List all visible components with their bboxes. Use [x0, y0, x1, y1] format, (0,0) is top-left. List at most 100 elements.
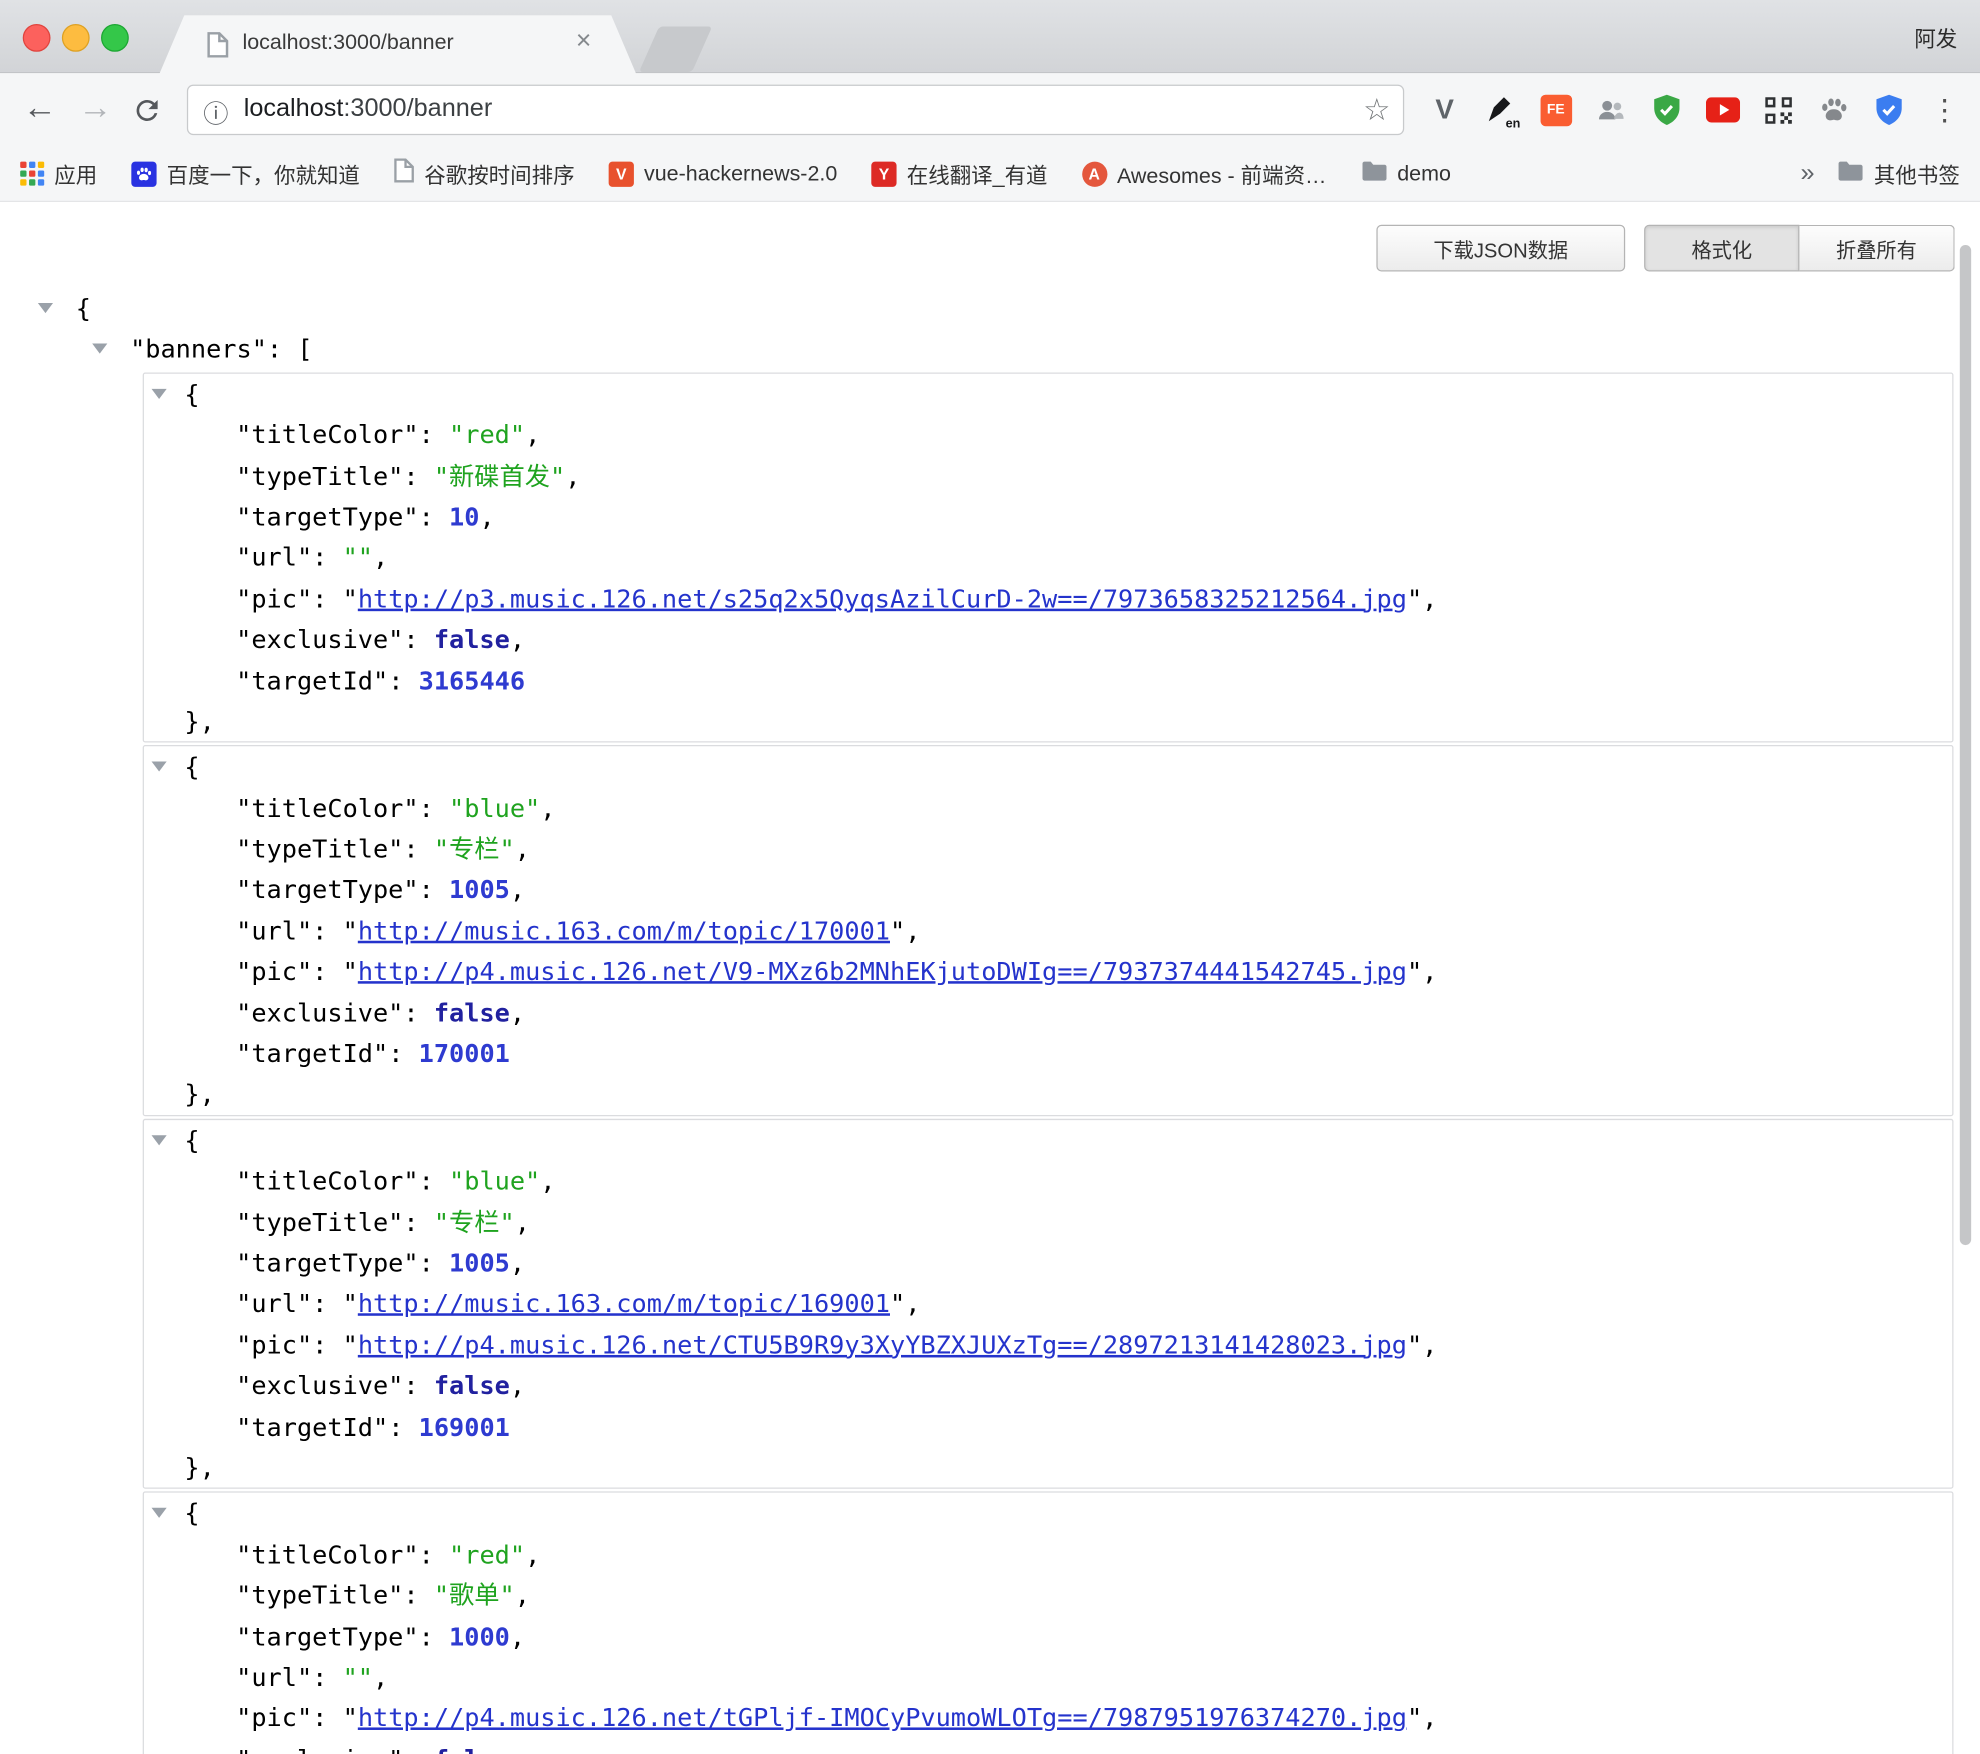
json-token: , — [905, 915, 920, 945]
json-key: "pic" — [236, 583, 312, 613]
collapse-toggle-icon[interactable] — [152, 1508, 167, 1518]
paw-extension-icon[interactable] — [1806, 73, 1862, 146]
json-property-line: "url": "http://music.163.com/m/topic/169… — [144, 1283, 1952, 1324]
json-token: " — [343, 1329, 358, 1359]
youtube-extension-icon[interactable] — [1695, 73, 1751, 146]
collapse-toggle-icon[interactable] — [38, 303, 53, 313]
json-property-line: "titleColor": "blue", — [144, 1161, 1952, 1202]
forward-button[interactable]: → — [78, 88, 112, 127]
zoom-window-button[interactable] — [101, 24, 129, 52]
json-viewer: {"banners": [{"titleColor": "red","typeT… — [0, 288, 1980, 1754]
blue-shield-extension-icon[interactable] — [1861, 73, 1917, 146]
json-object-box: {"titleColor": "blue","typeTitle": "专栏",… — [143, 1119, 1954, 1490]
json-property-line: "pic": "http://p4.music.126.net/tGPljf-I… — [144, 1697, 1952, 1738]
json-url-link[interactable]: http://p3.music.126.net/s25q2x5QyqsAzilC… — [358, 583, 1407, 613]
browser-tab[interactable]: localhost:3000/banner × — [159, 15, 636, 74]
json-token: : — [403, 624, 433, 654]
qr-code-extension-icon[interactable] — [1750, 73, 1806, 146]
json-property-line: "typeTitle": "新碟首发", — [144, 455, 1952, 496]
json-token: , — [510, 997, 525, 1027]
json-url-link[interactable]: http://music.163.com/m/topic/170001 — [358, 915, 890, 945]
json-token: : — [419, 793, 449, 823]
json-token: , — [515, 1580, 530, 1610]
vimium-extension-icon[interactable]: V — [1417, 73, 1473, 146]
json-object-box: {"titleColor": "red","typeTitle": "歌单","… — [143, 1492, 1954, 1754]
bookmark-google-sort[interactable]: 谷歌按时间排序 — [394, 158, 575, 190]
reload-button[interactable] — [131, 95, 163, 133]
json-string-value: "新碟首发" — [434, 460, 565, 490]
profile-name[interactable]: 阿发 — [1914, 21, 1957, 53]
collapse-all-button[interactable]: 折叠所有 — [1799, 225, 1954, 272]
tab-strip: localhost:3000/banner × 阿发 — [0, 0, 1980, 73]
json-property-line: "titleColor": "blue", — [144, 788, 1952, 829]
browser-menu-button[interactable]: ⋮ — [1917, 73, 1973, 146]
bookmark-awesomes[interactable]: A Awesomes - 前端资… — [1082, 158, 1327, 190]
json-token: " — [1407, 1703, 1422, 1733]
json-url-link[interactable]: http://p4.music.126.net/V9-MXz6b2MNhEKju… — [358, 956, 1407, 986]
json-token: : — [388, 1411, 418, 1441]
json-token: }, — [184, 1452, 214, 1482]
new-tab-button[interactable] — [639, 27, 712, 72]
fehelper-fe-glyph: FE — [1540, 94, 1572, 126]
collapse-toggle-icon[interactable] — [92, 344, 107, 354]
apps-grid-icon — [20, 162, 44, 186]
back-button[interactable]: ← — [23, 88, 57, 127]
minimize-window-button[interactable] — [62, 24, 90, 52]
download-json-button[interactable]: 下载JSON数据 — [1376, 225, 1625, 272]
vimium-v-glyph: V — [1435, 93, 1454, 126]
json-url-link[interactable]: http://music.163.com/m/topic/169001 — [358, 1288, 890, 1318]
json-token: , — [515, 1207, 530, 1237]
other-bookmarks-folder[interactable]: 其他书签 — [1837, 158, 1959, 190]
json-token: , — [905, 1288, 920, 1318]
json-token: , — [479, 501, 494, 531]
json-token: , — [510, 1248, 525, 1278]
collapse-toggle-icon[interactable] — [152, 1135, 167, 1145]
collapse-toggle-icon[interactable] — [152, 389, 167, 399]
bookmark-label: 应用 — [54, 158, 97, 190]
bookmark-apps[interactable]: 应用 — [20, 158, 97, 190]
translator-en-glyph: en — [1506, 119, 1521, 132]
collapse-toggle-icon[interactable] — [152, 762, 167, 772]
bookmark-star-icon[interactable]: ☆ — [1363, 92, 1390, 129]
json-key: "typeTitle" — [236, 1580, 403, 1610]
json-token: , — [540, 1166, 555, 1196]
json-token: , — [565, 460, 580, 490]
green-shield-extension-icon[interactable] — [1639, 73, 1695, 146]
browser-toolbar: ← → ⓘ localhost:3000/banner ☆ V en FE — [0, 73, 1980, 146]
address-bar[interactable]: ⓘ localhost:3000/banner ☆ — [187, 85, 1404, 136]
tab-close-icon[interactable]: × — [576, 27, 591, 57]
json-object-open-line: { — [144, 747, 1952, 788]
json-boolean-value: false — [434, 1370, 510, 1400]
bookmarks-overflow-chevron[interactable]: » — [1801, 159, 1815, 188]
json-key: "url" — [236, 1288, 312, 1318]
close-window-button[interactable] — [23, 24, 51, 52]
json-token: }, — [184, 706, 214, 736]
bookmark-baidu[interactable]: 百度一下，你就知道 — [131, 158, 360, 190]
json-url-link[interactable]: http://p4.music.126.net/CTU5B9R9y3XyYBZX… — [358, 1329, 1407, 1359]
page-info-icon[interactable]: ⓘ — [203, 93, 228, 130]
json-url-link[interactable]: http://p4.music.126.net/tGPljf-IMOCyPvum… — [358, 1703, 1407, 1733]
bookmark-youdao-translate[interactable]: Y 在线翻译_有道 — [871, 158, 1047, 190]
json-token: " — [343, 956, 358, 986]
json-key: "typeTitle" — [236, 1207, 403, 1237]
json-token: : — [312, 956, 342, 986]
bookmark-label: demo — [1397, 161, 1451, 186]
json-token: : — [403, 460, 433, 490]
json-object-close-line: }, — [144, 1447, 1952, 1488]
browser-window: localhost:3000/banner × 阿发 ← → ⓘ localho… — [0, 0, 1980, 1754]
translator-extension-icon[interactable]: en — [1472, 73, 1528, 146]
contacts-extension-icon[interactable] — [1583, 73, 1639, 146]
json-string-value: "blue" — [449, 793, 540, 823]
format-button[interactable]: 格式化 — [1644, 225, 1799, 272]
scrollbar-thumb[interactable] — [1960, 245, 1971, 1245]
json-property-line: "url": "http://music.163.com/m/topic/170… — [144, 910, 1952, 951]
json-token: : — [403, 1580, 433, 1610]
fehelper-extension-icon[interactable]: FE — [1528, 73, 1584, 146]
bookmark-vue-hackernews[interactable]: V vue-hackernews-2.0 — [609, 161, 838, 186]
json-object-open-line: { — [144, 1493, 1952, 1534]
json-token: : — [312, 1288, 342, 1318]
json-token: : — [419, 1166, 449, 1196]
bookmark-demo-folder[interactable]: demo — [1361, 160, 1451, 188]
json-token: : — [419, 1621, 449, 1651]
json-token: { — [184, 1125, 199, 1155]
